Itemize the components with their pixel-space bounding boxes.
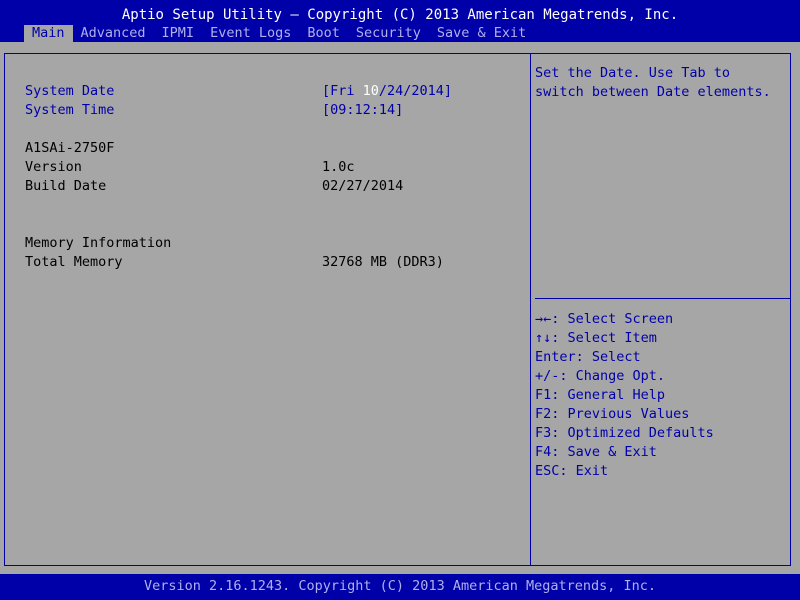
app-title: Aptio Setup Utility – Copyright (C) 2013… [121, 7, 679, 23]
tab-boot[interactable]: Boot [299, 25, 348, 42]
key-save-exit: F4: Save & Exit [535, 444, 657, 460]
date-suffix: /24/2014] [378, 83, 453, 99]
tab-ipmi[interactable]: IPMI [154, 25, 203, 42]
system-time-label[interactable]: System Time [25, 101, 114, 120]
key-legend: →←: Select Screen ↑↓: Select Item Enter:… [535, 310, 714, 481]
system-date-label[interactable]: System Date [25, 82, 114, 101]
key-enter-select: Enter: Select [535, 349, 641, 365]
total-memory-label: Total Memory [25, 254, 123, 270]
total-memory-value: 32768 MB (DDR3) [322, 254, 444, 270]
help-text: Set the Date. Use Tab to switch between … [535, 65, 771, 100]
version-label: Version [25, 159, 82, 175]
tab-main[interactable]: Main [24, 25, 73, 42]
help-panel: Set the Date. Use Tab to switch between … [531, 53, 791, 566]
help-divider [535, 298, 790, 299]
version-value: 1.0c [322, 159, 355, 175]
main-panel: System Date [Fri 10/24/2014] System Time… [4, 53, 531, 566]
tab-event-logs[interactable]: Event Logs [202, 25, 299, 42]
title-bar: Aptio Setup Utility – Copyright (C) 2013… [0, 0, 800, 42]
system-time-value[interactable]: [09:12:14] [322, 101, 403, 120]
key-select-item: ↑↓: Select Item [535, 330, 657, 346]
memory-heading: Memory Information [25, 235, 172, 251]
tab-advanced[interactable]: Advanced [73, 25, 154, 42]
menu-tabs: Main Advanced IPMI Event Logs Boot Secur… [24, 25, 534, 42]
build-date-label: Build Date [25, 178, 107, 194]
key-general-help: F1: General Help [535, 387, 666, 403]
date-month-selected[interactable]: 10 [363, 83, 379, 99]
build-date-value: 02/27/2014 [322, 178, 404, 194]
tab-save-exit[interactable]: Save & Exit [429, 25, 534, 42]
date-prefix: [Fri [322, 83, 363, 99]
key-optimized-defaults: F3: Optimized Defaults [535, 425, 714, 441]
footer-version: Version 2.16.1243. Copyright (C) 2013 Am… [0, 574, 800, 600]
key-change-opt: +/-: Change Opt. [535, 368, 666, 384]
key-esc-exit: ESC: Exit [535, 463, 609, 479]
key-previous-values: F2: Previous Values [535, 406, 690, 422]
key-select-screen: →←: Select Screen [535, 311, 674, 327]
board-model: A1SAi-2750F [25, 140, 115, 156]
system-date-value[interactable]: [Fri 10/24/2014] [322, 82, 452, 101]
tab-security[interactable]: Security [348, 25, 429, 42]
